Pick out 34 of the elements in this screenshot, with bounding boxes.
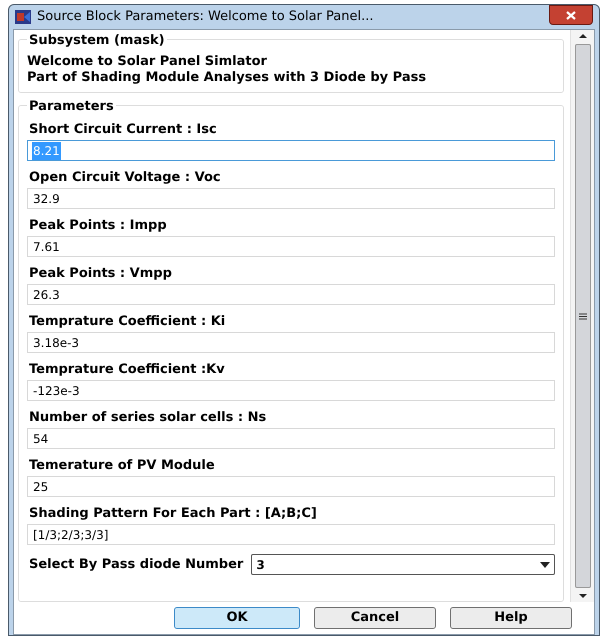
text-field[interactable]: 25 [27,476,555,497]
field-label: Open Circuit Voltage : Voc [28,169,222,187]
text-field[interactable]: 26.3 [27,284,555,305]
scroll-down-icon[interactable] [578,592,588,600]
description-text: Welcome to Solar Panel Simlator [27,54,268,70]
field-label: Temerature of PV Module [28,457,216,475]
close-button[interactable] [549,5,593,25]
scroll-up-icon[interactable] [578,32,588,40]
text-field[interactable]: 7.61 [27,236,555,257]
field-label: Shading Pattern For Each Part : [A;B;C] [28,505,318,523]
field-label: Peak Points : Impp [28,217,168,235]
text-field[interactable]: 32.9 [27,188,555,209]
field-label: Temprature Coefficient : Ki [28,313,226,331]
description-text: Part of Shading Module Analyses with 3 Diode by Pass [27,70,428,86]
app-icon [15,10,31,24]
dialog-button[interactable]: OK [174,607,300,629]
caret-icon [540,562,550,568]
text-field[interactable]: 3.18e-3 [27,332,555,353]
field-label: Temprature Coefficient :Kv [28,361,226,379]
field-label: Number of series solar cells : Ns [28,409,268,427]
text-field[interactable]: 54 [27,428,555,449]
window-title: Source Block Parameters: Welcome to Solar Panel... [37,8,375,26]
text-field[interactable]: [1/3;2/3;3/3] [27,524,555,545]
dropdown[interactable]: 3 [251,554,555,575]
grip-icon [578,312,586,320]
dialog-button[interactable]: Help [450,607,572,629]
close-icon [566,10,576,20]
dialog-button[interactable]: Cancel [314,607,436,629]
scrollbar[interactable] [570,30,594,602]
field-label: Select By Pass diode Number [28,556,244,574]
scroll-thumb[interactable] [574,44,590,588]
field-label: Peak Points : Vmpp [28,265,173,283]
field-label: Short Circuit Current : Isc [28,121,218,139]
text-field[interactable]: -123e-3 [27,380,555,401]
